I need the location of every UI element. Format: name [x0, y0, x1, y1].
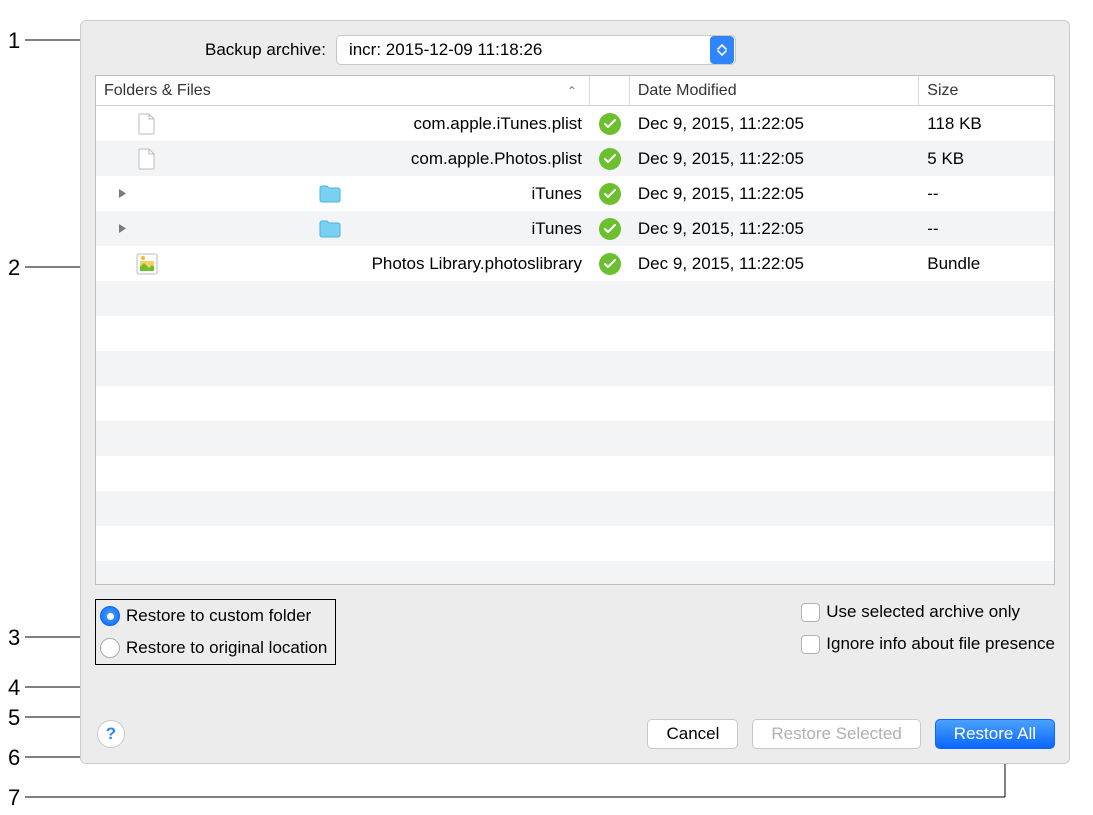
folder-icon	[319, 183, 341, 205]
callout-2: 2	[8, 255, 20, 281]
file-name: iTunes	[532, 184, 582, 204]
cell-name: iTunes	[96, 176, 590, 211]
file-name: iTunes	[532, 219, 582, 239]
cell-name: iTunes	[96, 211, 590, 246]
cell-date: Dec 9, 2015, 11:22:05	[630, 141, 919, 176]
table-row[interactable]: com.apple.iTunes.plist Dec 9, 2015, 11:22…	[96, 106, 1054, 141]
cell-size: 118 KB	[919, 106, 1054, 141]
button-row: ? Cancel Restore Selected Restore All	[95, 719, 1055, 749]
empty-row	[96, 281, 1054, 316]
callout-5: 5	[8, 705, 20, 731]
cell-name: Photos Library.photoslibrary	[96, 246, 590, 281]
cell-date: Dec 9, 2015, 11:22:05	[630, 211, 919, 246]
empty-row	[96, 561, 1054, 584]
column-header-name[interactable]: Folders & Files ⌃	[96, 76, 590, 105]
radio-icon	[100, 638, 120, 658]
table-row[interactable]: iTunes Dec 9, 2015, 11:22:05--	[96, 176, 1054, 211]
cell-name: com.apple.iTunes.plist	[96, 106, 590, 141]
cancel-button[interactable]: Cancel	[647, 719, 738, 749]
column-header-status[interactable]	[590, 76, 630, 105]
empty-row	[96, 491, 1054, 526]
empty-row	[96, 526, 1054, 561]
callout-3: 3	[8, 625, 20, 651]
checkbox-archive-only[interactable]: Use selected archive only	[801, 599, 1055, 625]
file-icon	[136, 148, 158, 170]
check-ok-icon	[599, 183, 621, 205]
archive-row: Backup archive: incr: 2015-12-09 11:18:2…	[205, 35, 1055, 65]
callout-1: 1	[8, 28, 20, 54]
checkbox-ignore-presence-label: Ignore info about file presence	[826, 634, 1055, 654]
checkbox-ignore-presence[interactable]: Ignore info about file presence	[801, 631, 1055, 657]
check-ok-icon	[599, 113, 621, 135]
column-header-name-label: Folders & Files	[104, 82, 211, 100]
restore-options-group: Use selected archive only Ignore info ab…	[801, 599, 1055, 665]
empty-row	[96, 316, 1054, 351]
disclosure-triangle-icon[interactable]	[116, 188, 128, 199]
radio-original-label: Restore to original location	[126, 638, 327, 658]
cell-size: --	[919, 176, 1054, 211]
file-icon	[136, 113, 158, 135]
cell-size: Bundle	[919, 246, 1054, 281]
check-ok-icon	[599, 218, 621, 240]
cell-size: 5 KB	[919, 141, 1054, 176]
cell-name: com.apple.Photos.plist	[96, 141, 590, 176]
column-header-date[interactable]: Date Modified	[630, 76, 919, 105]
cell-status	[590, 141, 630, 176]
restore-dialog: Backup archive: incr: 2015-12-09 11:18:2…	[80, 20, 1070, 764]
radio-custom-folder[interactable]: Restore to custom folder	[100, 603, 327, 629]
checkbox-archive-only-label: Use selected archive only	[826, 602, 1020, 622]
callout-4: 4	[8, 675, 20, 701]
table-header: Folders & Files ⌃ Date Modified Size	[96, 76, 1054, 106]
select-arrows-icon	[710, 36, 734, 64]
cell-status	[590, 106, 630, 141]
archive-select[interactable]: incr: 2015-12-09 11:18:26	[336, 35, 736, 65]
cell-size: --	[919, 211, 1054, 246]
cell-status	[590, 176, 630, 211]
restore-selected-button[interactable]: Restore Selected	[752, 719, 920, 749]
cell-date: Dec 9, 2015, 11:22:05	[630, 246, 919, 281]
file-name: Photos Library.photoslibrary	[372, 254, 582, 274]
file-name: com.apple.Photos.plist	[411, 149, 582, 169]
radio-custom-label: Restore to custom folder	[126, 606, 311, 626]
disclosure-triangle-icon[interactable]	[116, 223, 128, 234]
file-table: Folders & Files ⌃ Date Modified Size com…	[95, 75, 1055, 585]
photos-library-icon	[136, 253, 158, 275]
folder-icon	[319, 218, 341, 240]
empty-row	[96, 351, 1054, 386]
archive-label: Backup archive:	[205, 40, 326, 60]
archive-selected-value: incr: 2015-12-09 11:18:26	[349, 40, 542, 60]
table-row[interactable]: com.apple.Photos.plist Dec 9, 2015, 11:22…	[96, 141, 1054, 176]
restore-all-button[interactable]: Restore All	[935, 719, 1055, 749]
radio-icon	[100, 606, 120, 626]
column-header-size[interactable]: Size	[919, 76, 1054, 105]
options-area: Restore to custom folder Restore to orig…	[95, 599, 1055, 665]
callout-6: 6	[8, 745, 20, 771]
table-row[interactable]: Photos Library.photoslibrary Dec 9, 2015,…	[96, 246, 1054, 281]
column-header-size-label: Size	[927, 82, 958, 100]
radio-original-location[interactable]: Restore to original location	[100, 635, 327, 661]
table-body: com.apple.iTunes.plist Dec 9, 2015, 11:22…	[96, 106, 1054, 584]
restore-location-group: Restore to custom folder Restore to orig…	[95, 599, 336, 665]
file-name: com.apple.iTunes.plist	[413, 114, 582, 134]
cell-status	[590, 246, 630, 281]
callout-7: 7	[8, 785, 20, 811]
cell-status	[590, 211, 630, 246]
cell-date: Dec 9, 2015, 11:22:05	[630, 176, 919, 211]
check-ok-icon	[599, 253, 621, 275]
help-button[interactable]: ?	[97, 720, 125, 748]
checkbox-icon	[801, 635, 820, 654]
empty-row	[96, 456, 1054, 491]
table-row[interactable]: iTunes Dec 9, 2015, 11:22:05--	[96, 211, 1054, 246]
sort-caret-icon: ⌃	[567, 84, 577, 98]
column-header-date-label: Date Modified	[638, 82, 737, 100]
check-ok-icon	[599, 148, 621, 170]
empty-row	[96, 421, 1054, 456]
checkbox-icon	[801, 603, 820, 622]
empty-row	[96, 386, 1054, 421]
cell-date: Dec 9, 2015, 11:22:05	[630, 106, 919, 141]
